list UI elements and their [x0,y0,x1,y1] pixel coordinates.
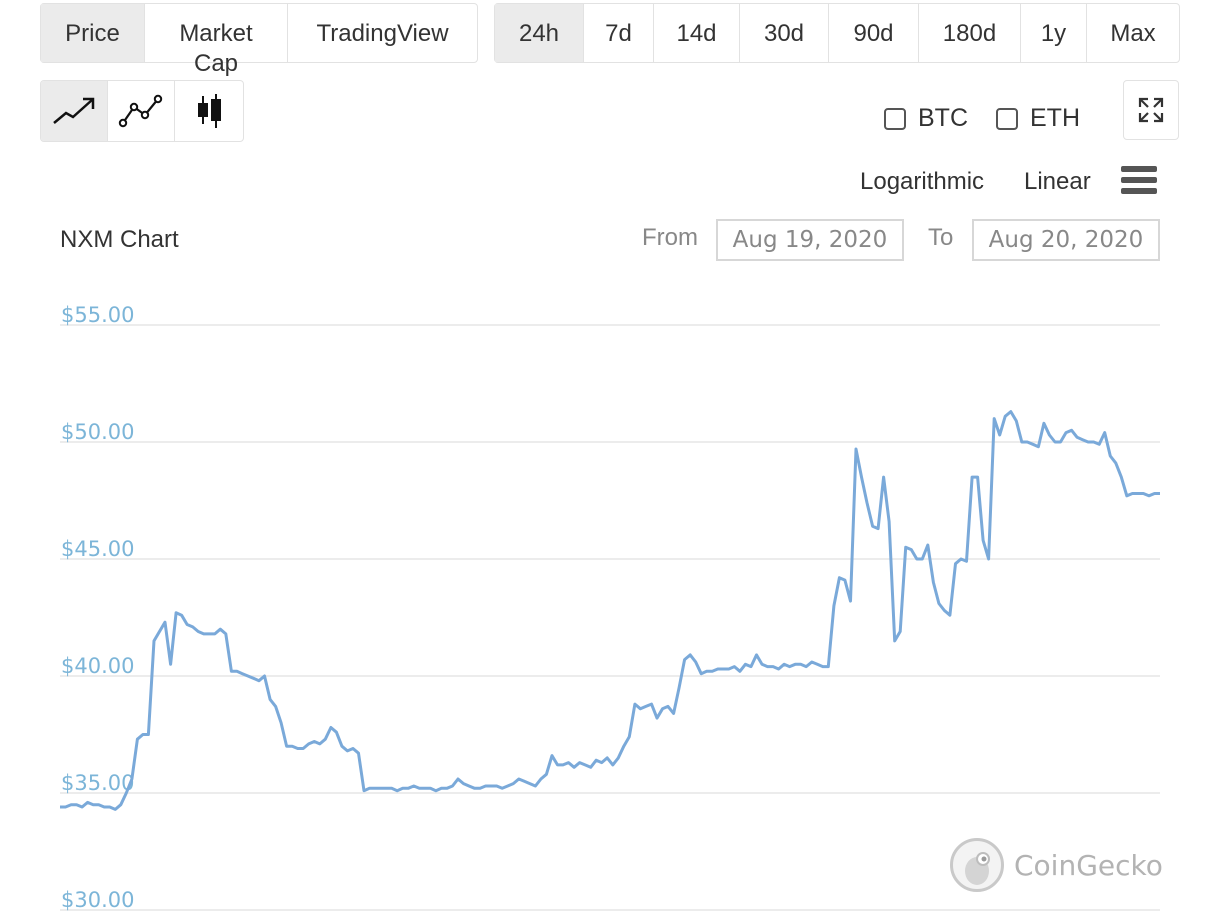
watermark-text: CoinGecko [1014,848,1163,882]
y-axis-tick-label: $35.00 [61,771,134,795]
y-axis-tick-label: $40.00 [61,654,134,678]
y-axis-tick-label: $55.00 [61,303,134,327]
y-axis-tick-label: $50.00 [61,420,134,444]
y-axis-tick-label: $30.00 [61,888,134,912]
coingecko-logo-icon [950,838,1004,892]
price-chart: $55.00 $50.00 $45.00 $40.00 $35.00 $30.00 [60,303,1160,912]
coingecko-watermark: CoinGecko [950,838,1163,892]
y-axis-tick-label: $45.00 [61,537,134,561]
price-series-line [60,410,1160,811]
